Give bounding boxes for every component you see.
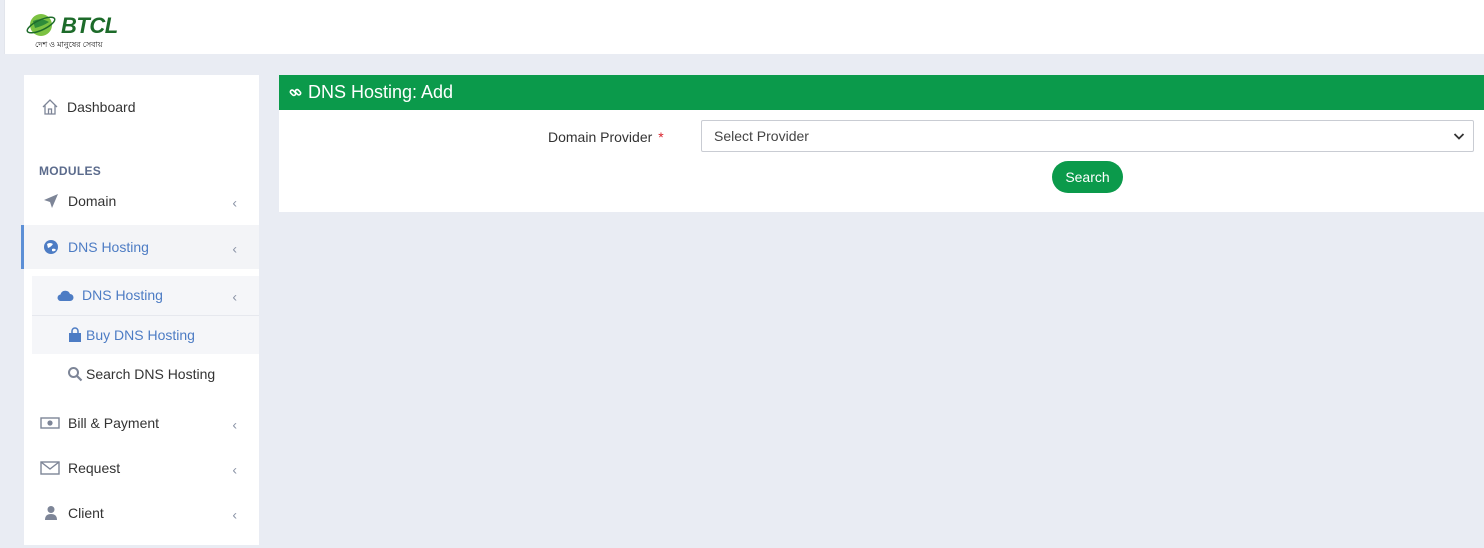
shopping-bag-icon <box>66 326 84 344</box>
sidebar-item-label: Request <box>68 460 121 476</box>
user-icon <box>42 504 60 522</box>
brand-name: BTCL <box>61 13 118 38</box>
sidebar: Dashboard MODULES Domain ‹ DNS Hosting ‹… <box>21 75 259 545</box>
sidebar-item-label: Dashboard <box>67 99 136 115</box>
chevron-left-icon: ‹ <box>232 506 237 523</box>
search-icon <box>66 365 84 383</box>
submenu-child-label: Search DNS Hosting <box>86 366 216 382</box>
sidebar-item-client[interactable]: Client ‹ <box>42 493 259 533</box>
submenu-item-buy-dns-hosting[interactable]: Buy DNS Hosting <box>66 315 259 355</box>
domain-provider-label: Domain Provider * <box>548 129 664 145</box>
sidebar-item-request[interactable]: Request ‹ <box>40 448 259 488</box>
chevron-down-icon <box>1453 129 1465 146</box>
envelope-icon <box>40 459 60 477</box>
domain-provider-label-text: Domain Provider <box>548 129 653 145</box>
domain-provider-select[interactable]: Select Provider <box>701 120 1474 152</box>
submenu-item-search-dns-hosting[interactable]: Search DNS Hosting <box>66 354 259 394</box>
link-icon <box>289 86 302 99</box>
submenu-label: DNS Hosting <box>82 287 163 303</box>
chevron-left-icon: ‹ <box>232 461 237 478</box>
globe-icon <box>42 238 60 256</box>
chevron-left-icon: ‹ <box>232 194 237 211</box>
sidebar-item-dashboard[interactable]: Dashboard <box>41 87 276 127</box>
panel-header: DNS Hosting: Add <box>279 75 1484 110</box>
required-mark: * <box>658 129 664 145</box>
select-value: Select Provider <box>714 128 809 144</box>
sidebar-item-label: DNS Hosting <box>68 239 149 255</box>
top-header: BTCL দেশ ও মানুষের সেবায় <box>4 0 1484 54</box>
search-button[interactable]: Search <box>1052 161 1123 193</box>
globe-logo-icon <box>26 14 56 36</box>
sidebar-item-dns-hosting[interactable]: DNS Hosting ‹ <box>42 227 259 267</box>
sidebar-item-label: Client <box>68 505 104 521</box>
submenu-item-dns-hosting[interactable]: DNS Hosting ‹ <box>56 275 259 315</box>
cloud-icon <box>56 286 74 304</box>
sidebar-item-label: Bill & Payment <box>68 415 160 431</box>
modules-heading: MODULES <box>39 164 102 178</box>
sidebar-item-label: Domain <box>68 193 117 209</box>
chevron-left-icon: ‹ <box>232 416 237 433</box>
paper-plane-icon <box>42 192 60 210</box>
sidebar-item-bill-payment[interactable]: Bill & Payment ‹ <box>40 403 259 443</box>
sidebar-item-domain[interactable]: Domain ‹ <box>42 181 259 221</box>
money-icon <box>40 414 60 432</box>
home-icon <box>41 98 59 116</box>
chevron-left-icon: ‹ <box>232 240 237 257</box>
chevron-left-icon: ‹ <box>232 288 237 305</box>
panel-title: DNS Hosting: Add <box>308 82 454 102</box>
dns-hosting-add-panel: DNS Hosting: Add Domain Provider * Select… <box>279 75 1484 212</box>
submenu-child-label: Buy DNS Hosting <box>86 327 195 343</box>
btcl-logo[interactable]: BTCL দেশ ও মানুষের সেবায় <box>25 6 125 52</box>
brand-tagline: দেশ ও মানুষের সেবায় <box>35 40 103 49</box>
